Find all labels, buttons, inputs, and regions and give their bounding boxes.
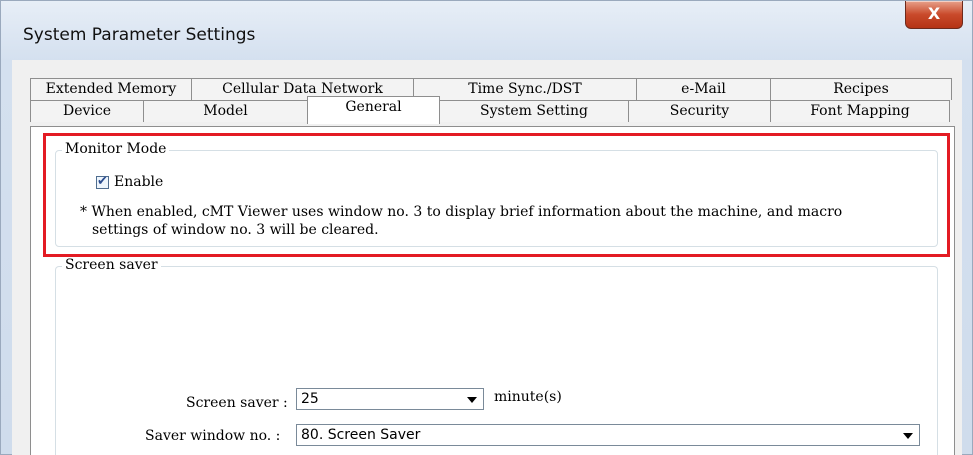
screen-saver-legend: Screen saver [62, 257, 161, 273]
screen-saver-label: Screen saver : [186, 395, 288, 411]
close-icon: X [927, 4, 941, 23]
tab-row-back: Extended Memory Cellular Data Network Ti… [30, 78, 952, 100]
saver-window-select[interactable]: 80. Screen Saver [296, 424, 920, 446]
window-title: System Parameter Settings [23, 25, 256, 45]
tab-e-mail[interactable]: e-Mail [636, 78, 771, 100]
tab-model[interactable]: Model [143, 100, 308, 122]
highlight-box [43, 133, 950, 257]
tab-row-front: Device Model General System Setting Secu… [30, 96, 952, 124]
screen-saver-value: 25 [301, 391, 319, 407]
screen-saver-select[interactable]: 25 [296, 388, 484, 410]
title-bar: System Parameter Settings X [1, 1, 972, 59]
tab-recipes[interactable]: Recipes [770, 78, 952, 100]
tab-font-mapping[interactable]: Font Mapping [770, 100, 950, 122]
tab-device[interactable]: Device [30, 100, 144, 122]
chevron-down-icon [903, 433, 913, 439]
tab-time-sync-dst[interactable]: Time Sync./DST [413, 78, 637, 100]
minutes-unit-label: minute(s) [494, 389, 562, 405]
tab-general[interactable]: General [307, 96, 440, 124]
chevron-down-icon [467, 397, 477, 403]
tab-extended-memory[interactable]: Extended Memory [30, 78, 192, 100]
tab-system-setting[interactable]: System Setting [439, 100, 629, 122]
tab-security[interactable]: Security [628, 100, 771, 122]
saver-window-label: Saver window no. : [145, 428, 281, 444]
saver-window-value: 80. Screen Saver [301, 427, 421, 443]
close-button[interactable]: X [905, 1, 963, 29]
